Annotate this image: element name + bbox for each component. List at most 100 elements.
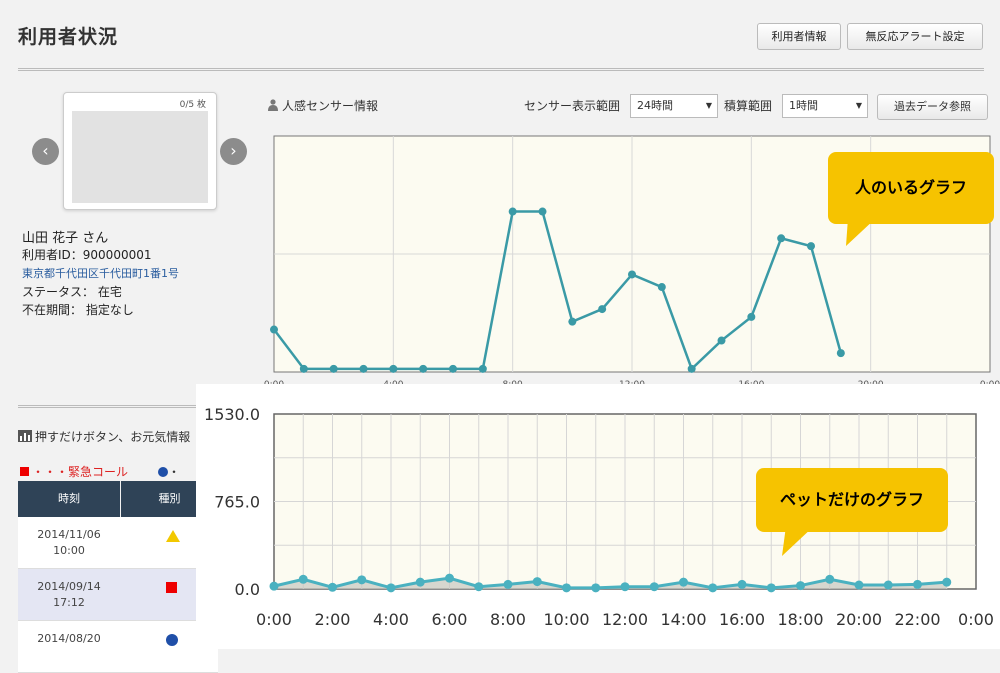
data-point xyxy=(777,234,786,243)
next-photo-button[interactable]: › xyxy=(220,138,247,165)
data-point xyxy=(269,581,279,591)
data-point xyxy=(298,574,308,584)
range-value: 24時間 xyxy=(637,99,673,112)
warning-triangle-icon xyxy=(166,530,180,542)
x-tick-label: 10:00 xyxy=(543,610,589,629)
pet-graph-callout: ペットだけのグラフ xyxy=(756,468,948,532)
photo-count: 0/5 枚 xyxy=(179,100,206,110)
data-point xyxy=(532,577,542,587)
header-divider xyxy=(18,68,984,71)
data-point xyxy=(562,583,571,593)
data-point xyxy=(708,583,718,593)
data-point xyxy=(628,270,636,279)
x-tick-label: 16:00 xyxy=(719,610,765,629)
table-row[interactable]: 2014/08/20 xyxy=(18,621,218,673)
data-point xyxy=(766,583,776,593)
x-tick-label: 4:00 xyxy=(373,610,409,629)
x-tick-label: 22:00 xyxy=(894,610,940,629)
data-point xyxy=(836,349,845,358)
photo-placeholder[interactable] xyxy=(72,111,208,203)
accum-select[interactable]: 1時間 ▼ xyxy=(782,94,868,118)
row-date: 2014/09/14 xyxy=(37,580,101,593)
past-data-button[interactable]: 過去データ参照 xyxy=(877,94,988,120)
data-point xyxy=(415,577,425,587)
legend-row: ・・・緊急コール ・ xyxy=(20,463,180,480)
sensor-section-title: 人感センサー情報 xyxy=(268,97,378,114)
data-point xyxy=(538,207,547,216)
y-tick-label: 765.0 xyxy=(214,493,260,512)
data-point xyxy=(359,364,368,373)
person-graph-callout: 人のいるグラフ xyxy=(828,152,994,224)
row-date: 2014/11/06 xyxy=(37,528,101,541)
y-tick-label: 0.0 xyxy=(235,580,260,599)
person-callout-text: 人のいるグラフ xyxy=(854,178,967,197)
range-label: センサー表示範囲 xyxy=(524,99,621,113)
sensor-title-text: 人感センサー情報 xyxy=(282,99,379,113)
table-row[interactable]: 2014/11/06 10:00 xyxy=(18,517,218,569)
data-point xyxy=(419,364,428,373)
legend-dot-text: ・ xyxy=(168,465,181,479)
x-tick-label: 20:00 xyxy=(836,610,882,629)
legend-emergency: ・・・緊急コール xyxy=(32,465,129,479)
data-point xyxy=(717,336,726,345)
x-tick-label: 6:00 xyxy=(432,610,468,629)
pet-callout-text: ペットだけのグラフ xyxy=(779,490,924,509)
table-row[interactable]: 2014/09/14 17:12 xyxy=(18,569,218,621)
data-point xyxy=(270,325,278,334)
data-point xyxy=(883,580,893,590)
caret-down-icon: ▼ xyxy=(705,101,712,110)
chart-icon xyxy=(18,430,32,442)
x-tick-label: 18:00 xyxy=(777,610,823,629)
range-select[interactable]: 24時間 ▼ xyxy=(630,94,718,118)
data-point xyxy=(942,577,952,587)
page-title: 利用者状況 xyxy=(18,26,119,48)
x-tick-label: 0:00 xyxy=(958,610,994,629)
data-point xyxy=(649,582,659,592)
person-icon xyxy=(268,99,278,111)
data-point xyxy=(591,583,601,593)
data-point xyxy=(568,317,577,326)
callout-tail xyxy=(846,218,876,246)
data-point xyxy=(386,583,396,593)
user-info-button[interactable]: 利用者情報 xyxy=(757,23,841,50)
accum-value: 1時間 xyxy=(789,99,818,112)
button-section-title: 押すだけボタン、お元気情報 xyxy=(18,428,190,445)
caret-down-icon: ▼ xyxy=(855,101,862,110)
pet-chart-panel: 1530.0 765.0 0.0 0:00 2:00 4:00 6:00 8:00 10:00 1… xyxy=(196,384,1000,649)
data-point xyxy=(796,581,805,591)
data-point xyxy=(598,305,607,314)
row-date: 2014/08/20 xyxy=(37,632,101,645)
user-absence: 不在期間： 指定なし xyxy=(22,303,134,317)
x-tick-label: 14:00 xyxy=(660,610,706,629)
data-point xyxy=(679,577,688,587)
user-status: ステータス： 在宅 xyxy=(22,285,122,299)
data-point xyxy=(328,582,337,592)
alert-settings-button[interactable]: 無反応アラート設定 xyxy=(847,23,983,50)
data-point xyxy=(687,364,696,373)
row-time: 10:00 xyxy=(53,544,85,557)
data-point xyxy=(478,364,487,373)
data-point xyxy=(299,364,308,373)
prev-photo-button[interactable]: ‹ xyxy=(32,138,59,165)
data-point xyxy=(389,364,398,373)
blue-circle-icon xyxy=(158,467,169,477)
user-address[interactable]: 東京都千代田区千代田町1番1号 xyxy=(22,265,179,281)
x-tick-label: 12:00 xyxy=(602,610,648,629)
row-time: 17:12 xyxy=(53,596,85,609)
x-tick-label: 2:00 xyxy=(315,610,351,629)
data-point xyxy=(807,242,815,251)
data-point xyxy=(854,580,864,590)
data-point xyxy=(825,574,835,584)
x-tick-label: 0:00 xyxy=(256,610,292,629)
data-point xyxy=(508,207,517,216)
data-point xyxy=(445,573,454,583)
section-divider xyxy=(18,405,198,408)
user-name: 山田 花子 さん xyxy=(22,231,109,246)
button-section-text: 押すだけボタン、お元気情報 xyxy=(35,430,191,444)
chevron-right-icon: › xyxy=(230,141,237,160)
data-point xyxy=(449,364,457,373)
accum-label: 積算範囲 xyxy=(724,99,773,113)
red-square-icon xyxy=(20,467,29,476)
x-tick-label: 8:00 xyxy=(490,610,526,629)
column-header-time[interactable]: 時刻 xyxy=(18,481,120,517)
